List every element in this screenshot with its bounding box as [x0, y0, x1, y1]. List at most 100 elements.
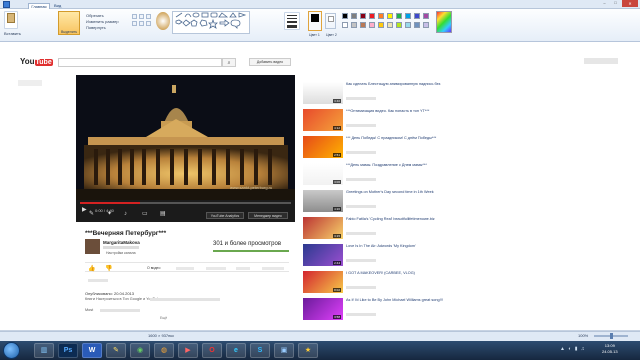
- related-video-meta: [346, 205, 376, 208]
- palette-swatch[interactable]: [342, 13, 348, 19]
- color1-button[interactable]: [308, 11, 322, 31]
- maximize-icon[interactable]: □: [611, 0, 620, 6]
- palette-swatch[interactable]: [378, 13, 384, 19]
- explorer-taskbar-icon[interactable]: ▥: [34, 343, 54, 358]
- close-icon[interactable]: ✕: [622, 0, 638, 7]
- related-video-meta: [346, 151, 376, 154]
- video-thumbnail: 4:20: [303, 190, 343, 212]
- pencil-icon[interactable]: [132, 14, 137, 19]
- video-watermark: www.sankt-peterburg.ru: [230, 185, 273, 190]
- ie-taskbar-icon[interactable]: e: [226, 343, 246, 358]
- video-thumbnail: 8:02: [303, 271, 343, 293]
- palette-swatch[interactable]: [405, 22, 411, 28]
- progress-fill: [80, 202, 140, 204]
- related-video-item: 3:40 Как сделать Блестящую анимированную …: [303, 82, 445, 106]
- word-taskbar-icon[interactable]: W: [82, 343, 102, 358]
- eraser-icon[interactable]: [132, 21, 137, 26]
- palette-swatch[interactable]: [351, 22, 357, 28]
- related-video-title: ***День мамы. Поздравление с Днем мамы**…: [346, 163, 427, 167]
- color-picker-icon[interactable]: [139, 21, 144, 26]
- video-duration: 2:51: [333, 153, 341, 157]
- video-thumbnail: 2:51: [303, 136, 343, 158]
- video-thumbnail: 3:58: [303, 298, 343, 320]
- palette-swatch[interactable]: [378, 22, 384, 28]
- palette-swatch[interactable]: [396, 13, 402, 19]
- paint-menu-icon[interactable]: [3, 1, 10, 8]
- palette-swatch[interactable]: [351, 13, 357, 19]
- palette-swatch[interactable]: [369, 22, 375, 28]
- palette-swatch[interactable]: [342, 22, 348, 28]
- related-video-meta: [346, 313, 376, 316]
- video-duration: 2:44: [333, 261, 341, 265]
- brushes-icon[interactable]: [156, 12, 170, 30]
- firefox-taskbar-icon[interactable]: ◍: [154, 343, 174, 358]
- minimize-icon[interactable]: –: [600, 0, 609, 6]
- logo-tube: Tube: [34, 59, 53, 66]
- video-thumbnail: 4:12: [303, 109, 343, 131]
- crop-button[interactable]: Обрезать: [86, 13, 104, 18]
- video-frame: [76, 75, 295, 200]
- fill-icon[interactable]: [139, 14, 144, 19]
- opera-taskbar-icon[interactable]: O: [202, 343, 222, 358]
- video-thumbnail: 3:15: [303, 217, 343, 239]
- shapes-gallery[interactable]: [172, 11, 250, 34]
- app-taskbar-icon[interactable]: ▣: [274, 343, 294, 358]
- dislike-icon: 👎: [105, 266, 113, 272]
- likes-bar: [213, 250, 289, 252]
- app-taskbar-icon[interactable]: ★: [298, 343, 318, 358]
- photoshop-taskbar-icon[interactable]: Ps: [58, 343, 78, 358]
- zoom-slider-thumb[interactable]: [610, 333, 613, 339]
- palette-swatch[interactable]: [414, 13, 420, 19]
- palette-swatch[interactable]: [396, 22, 402, 28]
- view-count: 301 и более просмотров: [213, 241, 282, 247]
- color2-button[interactable]: [325, 13, 336, 29]
- palette-swatch[interactable]: [360, 13, 366, 19]
- start-button[interactable]: [3, 342, 20, 359]
- channel-subline: [103, 246, 139, 249]
- paint-taskbar-icon[interactable]: ✎: [106, 343, 126, 358]
- account-area: [584, 58, 618, 64]
- play-icon: ▶: [82, 207, 87, 213]
- text-icon[interactable]: [146, 14, 151, 19]
- skype-taskbar-icon[interactable]: S: [250, 343, 270, 358]
- captions-icon: ▭: [142, 211, 148, 217]
- tab-placeholder: [206, 267, 226, 270]
- related-video-meta: [346, 97, 376, 100]
- video-duration: 3:15: [333, 234, 341, 238]
- size-line-icon: [287, 15, 297, 16]
- upload-button: Добавить видео: [249, 58, 291, 66]
- channel-name: MargaritaMakova: [103, 240, 140, 245]
- palette-swatch[interactable]: [387, 22, 393, 28]
- palette-swatch[interactable]: [369, 13, 375, 19]
- clock-date: 24.05.13: [602, 349, 618, 354]
- select-label: Выделить: [61, 30, 78, 34]
- palette-swatch[interactable]: [387, 13, 393, 19]
- video-duration: 8:02: [333, 288, 341, 292]
- media-taskbar-icon[interactable]: ▶: [178, 343, 198, 358]
- related-video-item: 4:20 Greetings on Mother's Day second tim…: [303, 190, 445, 214]
- text-placeholder: [150, 298, 220, 301]
- color1-label: Цвет 1: [309, 33, 320, 37]
- related-video-item: 2:51 *** День Победы! С праздником! С днё…: [303, 136, 445, 160]
- related-video-meta: [346, 178, 376, 181]
- video-duration: 3:06: [333, 180, 341, 184]
- resize-button[interactable]: Изменить размер: [86, 19, 119, 24]
- palette-swatch[interactable]: [414, 22, 420, 28]
- magnifier-icon[interactable]: [146, 21, 151, 26]
- zoom-level: 100%: [578, 333, 589, 338]
- tab-placeholder: [236, 267, 250, 270]
- related-video-meta: [346, 232, 376, 235]
- palette-swatch[interactable]: [423, 13, 429, 19]
- tray-clock[interactable]: 13:09 24.05.13: [602, 343, 618, 355]
- tray-icons[interactable]: ▲ ◐ ▮ ♫: [560, 346, 596, 354]
- rotate-button[interactable]: Повернуть: [86, 25, 106, 30]
- chrome-taskbar-icon[interactable]: ◉: [130, 343, 150, 358]
- palette-swatch[interactable]: [405, 13, 411, 19]
- edit-colors-button[interactable]: [436, 11, 452, 33]
- related-video-title: Fabio Fatila's 'Cycling Real' beautifull…: [346, 217, 435, 221]
- related-video-item: 4:12 ***Оптимизация видео. Как попасть в …: [303, 109, 445, 133]
- palette-swatch[interactable]: [423, 22, 429, 28]
- palette-swatch[interactable]: [360, 22, 366, 28]
- tab-placeholder: [176, 267, 194, 270]
- status-bar: [0, 331, 640, 341]
